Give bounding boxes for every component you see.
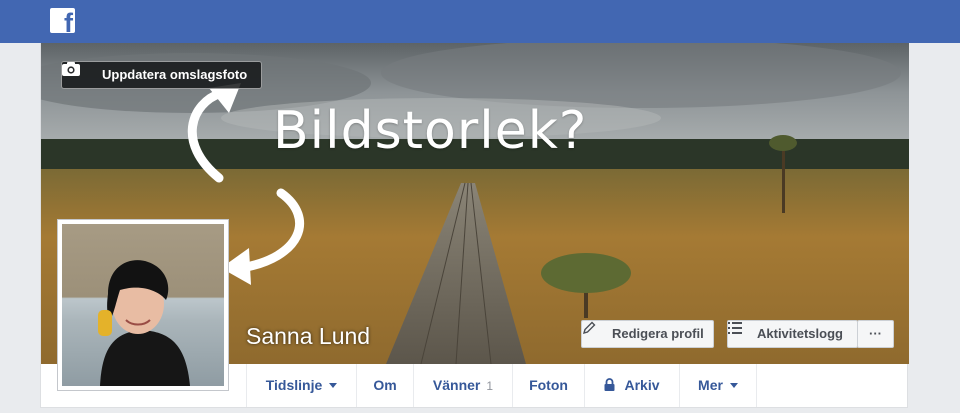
more-options-button[interactable]: ··· [857, 320, 894, 348]
update-cover-photo-button[interactable]: Uppdatera omslagsfoto [61, 61, 263, 89]
update-cover-photo-label: Uppdatera omslagsfoto [102, 67, 248, 82]
tab-about-label: Om [373, 377, 397, 393]
tab-archive-label: Arkiv [624, 377, 660, 393]
tab-photos[interactable]: Foton [512, 364, 584, 407]
tab-timeline-label: Tidslinje [265, 377, 323, 393]
edit-profile-button[interactable]: Redigera profil [581, 320, 714, 348]
tab-friends-label: Vänner [432, 377, 481, 393]
friends-count: 1 [486, 379, 494, 393]
logo-letter: f [64, 8, 73, 34]
pencil-icon [582, 321, 596, 335]
more-options-icon: ··· [869, 326, 882, 341]
tab-photos-label: Foton [529, 377, 568, 393]
facebook-f-icon[interactable]: f [50, 8, 75, 33]
tab-about[interactable]: Om [356, 364, 413, 407]
camera-icon [62, 62, 80, 76]
lock-icon [604, 378, 615, 391]
tab-more-label: Mer [698, 377, 723, 393]
activity-log-button[interactable]: Aktivitetslogg [727, 320, 858, 348]
profile-name[interactable]: Sanna Lund [246, 323, 370, 350]
chevron-down-icon [729, 383, 738, 388]
profile-picture[interactable] [57, 219, 229, 391]
avatar-illustration [98, 260, 190, 386]
top-bar: f [0, 0, 960, 43]
cover-overlay-text: Bildstorlek? [273, 101, 588, 161]
tab-friends[interactable]: Vänner 1 [413, 364, 512, 407]
profile-photo [62, 224, 224, 386]
list-icon [728, 322, 742, 334]
activity-log-label: Aktivitetslogg [757, 326, 843, 341]
tab-timeline[interactable]: Tidslinje [246, 364, 356, 407]
chevron-down-icon [329, 383, 338, 388]
tab-more[interactable]: Mer [679, 364, 757, 407]
tab-archive[interactable]: Arkiv [584, 364, 679, 407]
profile-header: Uppdatera omslagsfoto Bildstorlek? Sanna… [40, 43, 909, 408]
edit-profile-label: Redigera profil [612, 326, 704, 341]
